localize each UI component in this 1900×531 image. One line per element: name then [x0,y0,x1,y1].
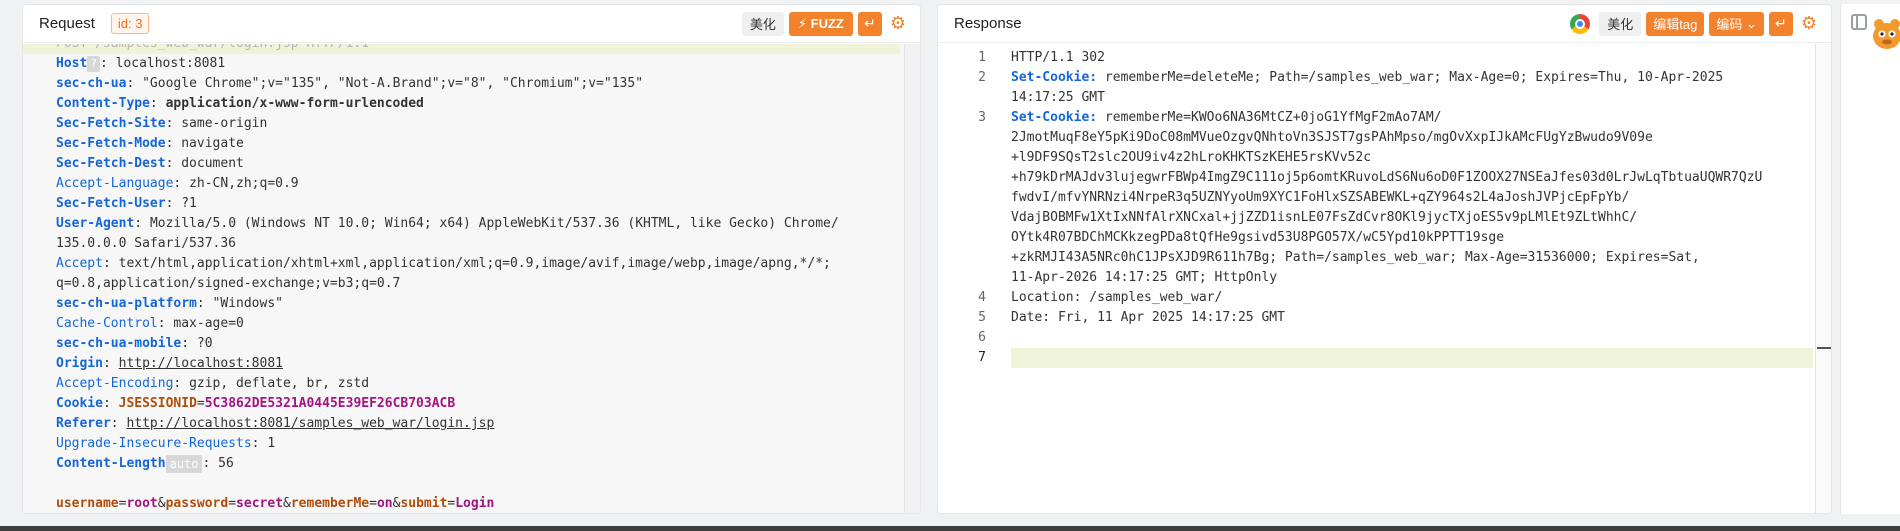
set-cookie-line-cont: 14:17:25 GMT [1011,90,1105,105]
set-cookie-line-cont: +h79kDrMAJdv3lujegwrFBWp4ImgZ9C111oj5p6o… [1011,170,1763,185]
response-title: Response [954,15,1022,32]
scrollbar-marker [1817,347,1831,349]
response-panel: Response 美化 编辑tag 编码 ⌄ ↵ ⚙ 1 2 3 4 5 6 7… [937,4,1832,514]
line-number: 2 [978,70,986,85]
location-line: Location: /samples_web_war/ [1011,290,1223,305]
response-beautify-button[interactable]: 美化 [1599,11,1642,36]
chrome-icon[interactable] [1570,13,1591,34]
current-line-highlight [1011,348,1813,368]
header-line-host: Host?: localhost:8081 [56,55,226,72]
referer-link[interactable]: http://localhost:8081/samples_web_war/lo… [126,416,494,431]
request-beautify-button[interactable]: 美化 [741,11,784,36]
header-line-accept-cont: q=0.8,application/signed-exchange;v=b3;q… [56,276,401,291]
line-number: 7 [978,350,986,365]
gear-icon[interactable]: ⚙ [1801,13,1817,34]
response-editor[interactable]: 1 2 3 4 5 6 7 HTTP/1.1 302 Set-Cookie: r… [938,44,1831,513]
header-line-content-length: Content-Length auto: 56 [56,454,234,473]
request-body-line: username=root&password=secret&rememberMe… [56,496,495,511]
request-line: POST /samples_web_war/login.jsp HTTP/1.1 [23,44,900,54]
header-line-content-type: Content-Type: application/x-www-form-url… [56,96,424,111]
header-line-accept: Accept: text/html,application/xhtml+xml,… [56,256,831,271]
origin-link[interactable]: http://localhost:8081 [119,356,283,371]
edit-tag-button[interactable]: 编辑tag [1646,11,1705,36]
header-line-accept-encoding: Accept-Encoding: gzip, deflate, br, zstd [56,376,370,391]
header-line-cache-control: Cache-Control: max-age=0 [56,316,244,331]
header-line-sec-fetch-site: Sec-Fetch-Site: same-origin [56,116,268,131]
content-length-auto-badge[interactable]: auto [165,454,203,473]
gear-icon[interactable]: ⚙ [890,13,906,34]
header-line-user-agent: User-Agent: Mozilla/5.0 (Windows NT 10.0… [56,216,839,231]
date-line: Date: Fri, 11 Apr 2025 14:17:25 GMT [1011,310,1285,325]
header-line-sec-fetch-user: Sec-Fetch-User: ?1 [56,196,197,211]
chevron-down-icon: ⌄ [1745,15,1757,31]
header-line-upgrade-insecure: Upgrade-Insecure-Requests: 1 [56,436,276,451]
header-line-referer: Referer: http://localhost:8081/samples_w… [56,416,495,431]
line-number: 4 [978,290,986,305]
set-cookie-line-cont: VdajBOBMFw1XtIxNNfAlrXNCxal+jjZZD1isnLE0… [1011,210,1638,225]
set-cookie-line-cont: OYtk4R07BDChMCKkzegPDa8tQfHe9gsivd53U8PG… [1011,230,1505,245]
header-line-sec-ch-ua: sec-ch-ua: "Google Chrome";v="135", "Not… [56,76,644,91]
request-scrollbar[interactable] [904,44,920,513]
set-cookie-line-cont: 2JmotMuqF8eY5pKi9DoC08mMVueOzgvQNhtoVn3S… [1011,130,1653,145]
response-header: Response 美化 编辑tag 编码 ⌄ ↵ ⚙ [938,5,1831,43]
line-number: 6 [978,330,986,345]
set-cookie-line: Set-Cookie: rememberMe=KWOo6NA36MtCZ+0jo… [1011,110,1442,125]
set-cookie-line-cont: fwdvI/mfvYNRNzi4NrpeR3q5UZNYyoUm9XYC1FoH… [1011,190,1630,205]
line-number: 1 [978,50,986,65]
header-line-mobile: sec-ch-ua-mobile: ?0 [56,336,213,351]
request-wrap-button[interactable]: ↵ [857,11,882,36]
request-id-badge: id: 3 [110,13,150,34]
wrap-icon: ↵ [863,15,876,31]
line-number: 3 [978,110,986,125]
fuzz-label: FUZZ [810,16,844,31]
fuzz-button[interactable]: ⚡ FUZZ [788,11,853,36]
set-cookie-line-cont: +zkRMJI43A5NRc0hC1JPsXJD9R611h7Bg; Path=… [1011,250,1700,265]
request-panel: Request id: 3 美化 ⚡ FUZZ ↵ ⚙ POST /sample… [22,4,921,514]
request-editor[interactable]: POST /samples_web_war/login.jsp HTTP/1.1… [23,44,920,513]
header-line-sec-fetch-dest: Sec-Fetch-Dest: document [56,156,244,171]
right-sidebar [1840,4,1900,514]
set-cookie-line: Set-Cookie: rememberMe=deleteMe; Path=/s… [1011,70,1724,85]
set-cookie-line-cont: 11-Apr-2026 14:17:25 GMT; HttpOnly [1011,270,1278,285]
wrap-icon: ↵ [1774,15,1787,31]
header-line-accept-language: Accept-Language: zh-CN,zh;q=0.9 [56,176,299,191]
bottom-bar [0,526,1900,531]
request-header: Request id: 3 美化 ⚡ FUZZ ↵ ⚙ [23,5,920,43]
lightning-icon: ⚡ [797,15,808,31]
encode-dropdown[interactable]: 编码 ⌄ [1709,11,1764,36]
host-hint-badge[interactable]: ? [87,55,100,72]
mascot-icon[interactable] [1865,14,1900,52]
header-line-user-agent-cont: 135.0.0.0 Safari/537.36 [56,236,237,251]
request-title: Request [39,15,95,32]
response-scrollbar[interactable] [1815,44,1831,513]
header-line-cookie: Cookie: JSESSIONID=5C3862DE5321A0445E39E… [56,396,456,411]
response-wrap-button[interactable]: ↵ [1768,11,1793,36]
encode-label: 编码 [1716,17,1743,32]
header-line-platform: sec-ch-ua-platform: "Windows" [56,296,283,311]
header-line-sec-fetch-mode: Sec-Fetch-Mode: navigate [56,136,244,151]
header-line-origin: Origin: http://localhost:8081 [56,356,283,371]
set-cookie-line-cont: +l9DF9SQsT2slc2OU9iv4z2hLroKHKTSzKEHE5rs… [1011,150,1372,165]
status-line: HTTP/1.1 302 [1011,50,1105,65]
line-number: 5 [978,310,986,325]
